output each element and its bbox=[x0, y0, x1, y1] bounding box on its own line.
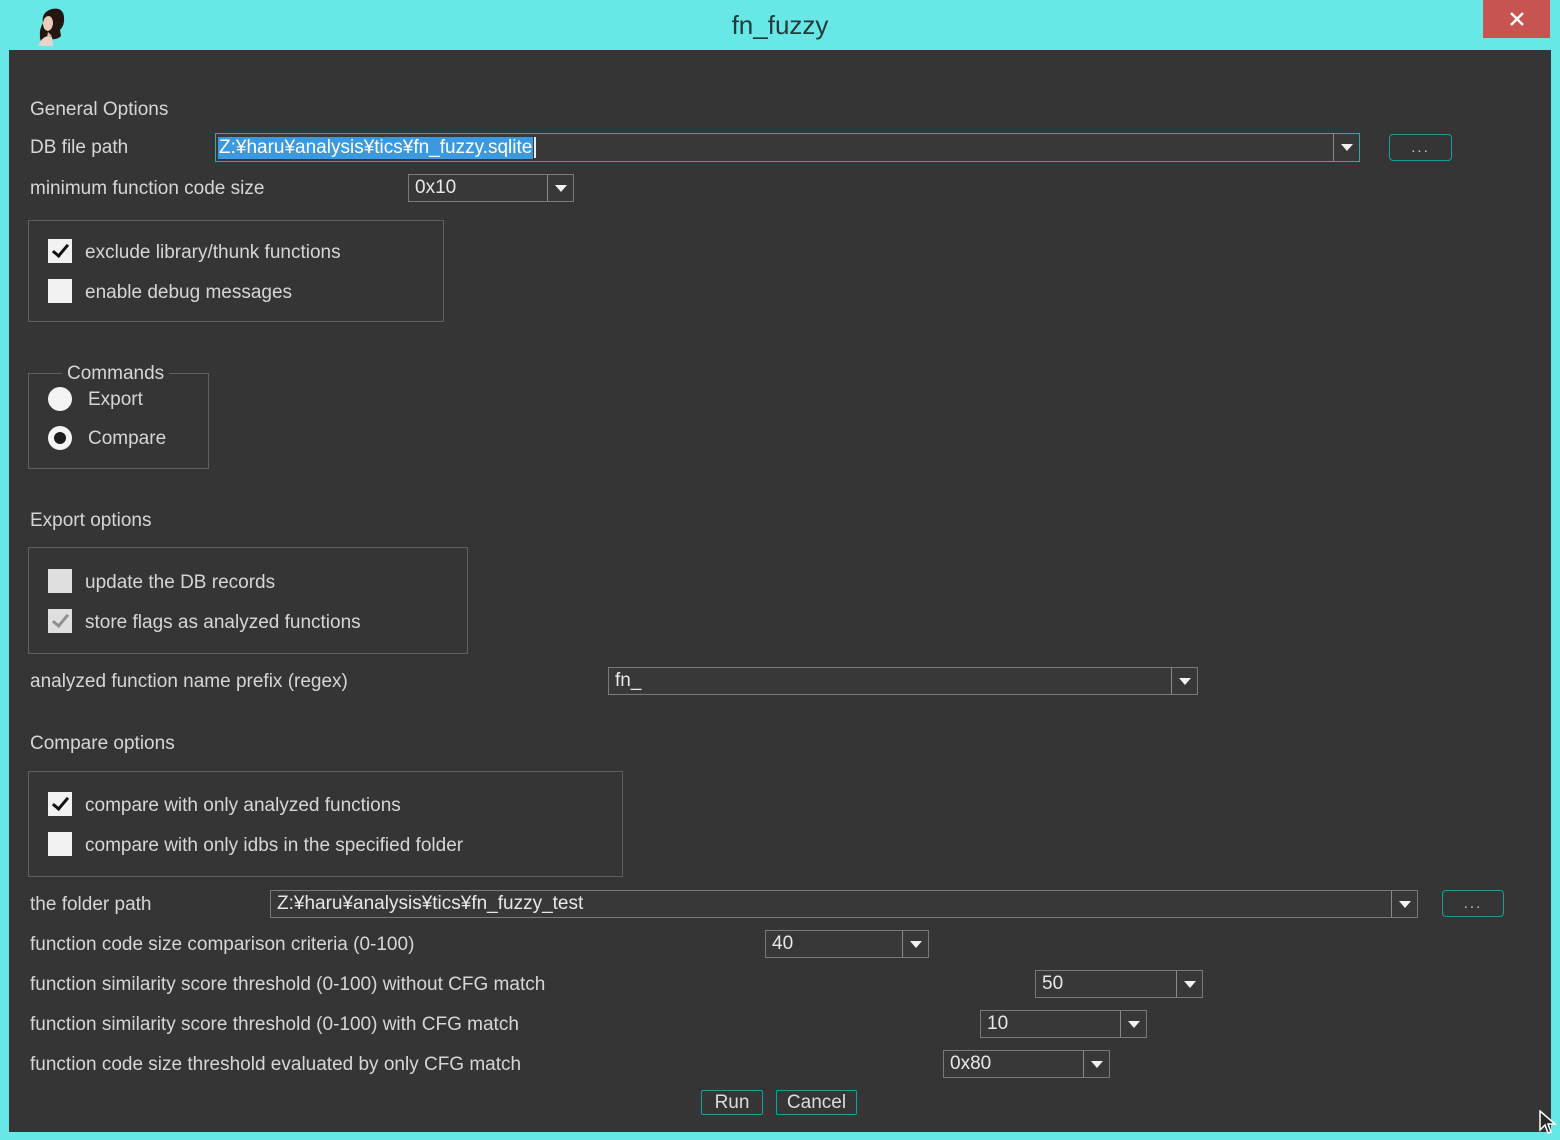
size-threshold-value[interactable]: 0x80 bbox=[944, 1053, 1083, 1075]
general-checkbox-group bbox=[28, 220, 444, 322]
db-file-path-combobox[interactable]: Z:¥haru¥analysis¥tics¥fn_fuzzy.sqlite bbox=[215, 133, 1360, 162]
folder-path-label: the folder path bbox=[30, 893, 151, 917]
exclude-library-thunk-checkbox[interactable] bbox=[48, 239, 72, 263]
size-threshold-dropdown-icon[interactable] bbox=[1083, 1051, 1109, 1077]
export-radio-label[interactable]: Export bbox=[88, 388, 143, 412]
enable-debug-messages-label[interactable]: enable debug messages bbox=[85, 281, 292, 305]
close-icon bbox=[1508, 10, 1526, 28]
window-title: fn_fuzzy bbox=[0, 10, 1560, 41]
criteria-combobox[interactable]: 40 bbox=[765, 930, 929, 958]
threshold-with-cfg-label: function similarity score threshold (0-1… bbox=[30, 1013, 519, 1037]
export-options-heading: Export options bbox=[30, 509, 151, 533]
criteria-value[interactable]: 40 bbox=[766, 933, 902, 955]
criteria-dropdown-icon[interactable] bbox=[902, 931, 928, 957]
prefix-regex-value[interactable]: fn_ bbox=[609, 670, 1171, 692]
threshold-without-cfg-value[interactable]: 50 bbox=[1036, 973, 1176, 995]
compare-radio-label[interactable]: Compare bbox=[88, 427, 166, 451]
folder-path-browse-button[interactable]: ... bbox=[1442, 890, 1504, 917]
store-flags-checkbox bbox=[48, 609, 72, 633]
threshold-without-cfg-dropdown-icon[interactable] bbox=[1176, 971, 1202, 997]
exclude-library-thunk-label[interactable]: exclude library/thunk functions bbox=[85, 241, 341, 265]
prefix-regex-combobox[interactable]: fn_ bbox=[608, 667, 1198, 695]
min-code-size-value[interactable]: 0x10 bbox=[409, 177, 547, 199]
compare-idbs-label[interactable]: compare with only idbs in the specified … bbox=[85, 834, 463, 858]
compare-checkbox-group bbox=[28, 771, 623, 877]
folder-path-dropdown-icon[interactable] bbox=[1391, 891, 1417, 917]
export-checkbox-group bbox=[28, 547, 468, 654]
fn-fuzzy-dialog: fn_fuzzy General Options DB file path Z:… bbox=[0, 0, 1560, 1140]
general-options-heading: General Options bbox=[30, 98, 168, 122]
prefix-regex-label: analyzed function name prefix (regex) bbox=[30, 670, 348, 694]
text-caret bbox=[534, 137, 536, 158]
cancel-button[interactable]: Cancel bbox=[776, 1090, 857, 1115]
min-code-size-label: minimum function code size bbox=[30, 177, 264, 201]
threshold-without-cfg-label: function similarity score threshold (0-1… bbox=[30, 973, 545, 997]
threshold-with-cfg-combobox[interactable]: 10 bbox=[980, 1010, 1147, 1038]
mouse-cursor bbox=[1538, 1110, 1560, 1136]
size-threshold-label: function code size threshold evaluated b… bbox=[30, 1053, 521, 1077]
titlebar[interactable]: fn_fuzzy bbox=[0, 0, 1560, 50]
compare-idbs-checkbox[interactable] bbox=[48, 832, 72, 856]
folder-path-combobox[interactable]: Z:¥haru¥analysis¥tics¥fn_fuzzy_test bbox=[270, 890, 1418, 918]
threshold-with-cfg-dropdown-icon[interactable] bbox=[1120, 1011, 1146, 1037]
store-flags-label: store flags as analyzed functions bbox=[85, 611, 361, 635]
size-threshold-combobox[interactable]: 0x80 bbox=[943, 1050, 1110, 1078]
prefix-regex-dropdown-icon[interactable] bbox=[1171, 668, 1197, 694]
db-file-path-label: DB file path bbox=[30, 136, 128, 160]
min-code-size-dropdown-icon[interactable] bbox=[547, 175, 573, 201]
db-file-path-browse-button[interactable]: ... bbox=[1389, 134, 1452, 161]
compare-options-heading: Compare options bbox=[30, 732, 175, 756]
enable-debug-messages-checkbox[interactable] bbox=[48, 279, 72, 303]
export-radio[interactable] bbox=[48, 387, 72, 411]
update-db-records-label: update the DB records bbox=[85, 571, 275, 595]
db-file-path-dropdown-icon[interactable] bbox=[1333, 134, 1359, 161]
criteria-label: function code size comparison criteria (… bbox=[30, 933, 414, 957]
run-button[interactable]: Run bbox=[701, 1090, 763, 1115]
threshold-without-cfg-combobox[interactable]: 50 bbox=[1035, 970, 1203, 998]
min-code-size-combobox[interactable]: 0x10 bbox=[408, 174, 574, 202]
threshold-with-cfg-value[interactable]: 10 bbox=[981, 1013, 1120, 1035]
compare-radio[interactable] bbox=[48, 426, 72, 450]
update-db-records-checkbox bbox=[48, 569, 72, 593]
compare-analyzed-checkbox[interactable] bbox=[48, 792, 72, 816]
compare-analyzed-label[interactable]: compare with only analyzed functions bbox=[85, 794, 401, 818]
commands-legend: Commands bbox=[62, 362, 169, 386]
close-button[interactable] bbox=[1483, 0, 1550, 38]
db-file-path-value[interactable]: Z:¥haru¥analysis¥tics¥fn_fuzzy.sqlite bbox=[216, 137, 1333, 159]
folder-path-value[interactable]: Z:¥haru¥analysis¥tics¥fn_fuzzy_test bbox=[271, 893, 1391, 915]
